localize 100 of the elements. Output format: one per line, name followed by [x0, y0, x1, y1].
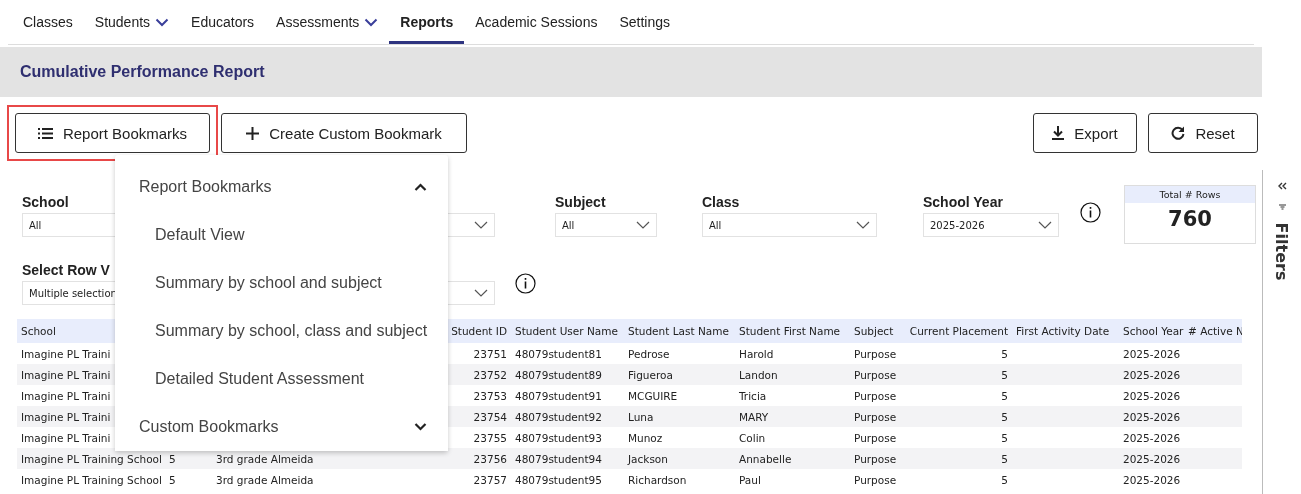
table-cell: 48079student92 [515, 410, 602, 423]
chevron-down-icon [1038, 221, 1052, 229]
table-cell: Luna [628, 410, 654, 423]
table-cell: Richardson [628, 473, 687, 486]
table-cell: Figueroa [628, 368, 673, 381]
filter-label: Select Row V [22, 262, 110, 278]
nav-tab[interactable]: Settings [608, 0, 682, 44]
menu-item[interactable]: Default View [115, 211, 448, 259]
table-cell: Purpose [854, 410, 897, 423]
table-cell: Pedrose [628, 347, 670, 360]
table-cell: 48079student93 [515, 431, 602, 444]
menu-item[interactable]: Summary by school, class and subject [115, 307, 448, 355]
table-cell: Landon [739, 368, 778, 381]
table-cell: 5 [1001, 347, 1008, 360]
table-cell: Munoz [628, 431, 663, 444]
table-cell: Imagine PL Traini [21, 431, 111, 444]
chevron-down-icon [474, 221, 488, 229]
table-cell: 5 [169, 452, 176, 465]
column-header[interactable]: School Year [1123, 325, 1184, 337]
table-cell: Purpose [854, 452, 897, 465]
info-icon[interactable] [1080, 202, 1101, 223]
table-cell: 2025-2026 [1123, 347, 1181, 360]
column-header[interactable]: Subject [854, 325, 894, 337]
column-header[interactable]: Student Last Name [628, 325, 729, 337]
add-button[interactable]: Create Custom Bookmark [221, 113, 467, 153]
export-button[interactable]: Export [1033, 113, 1137, 153]
table-cell: 23755 [473, 431, 507, 444]
table-cell: Paul [739, 473, 761, 486]
select-field[interactable]: All [702, 213, 877, 237]
filters-label[interactable]: Filters [1272, 222, 1292, 281]
table-cell: Purpose [854, 368, 897, 381]
card-value: 760 [1167, 207, 1213, 231]
nav-tab[interactable]: Academic Sessions [464, 0, 609, 44]
menu-section[interactable]: Report Bookmarks [115, 163, 448, 211]
table-cell: Imagine PL Traini [21, 347, 111, 360]
nav-tab[interactable]: Assessments [265, 0, 390, 44]
table-cell: 48079student95 [515, 473, 602, 486]
menu-item[interactable]: Detailed Student Assessment [115, 355, 448, 403]
nav-tab[interactable]: Educators [180, 0, 266, 44]
table-cell: 3rd grade Almeida [216, 452, 314, 465]
chevron-down-icon [474, 289, 488, 297]
table-cell: 23751 [473, 347, 507, 360]
table-cell: 23756 [473, 452, 507, 465]
select-field[interactable]: All [555, 213, 657, 237]
table-cell: 48079student89 [515, 368, 602, 381]
table-cell: 48079student91 [515, 389, 602, 402]
filter-label: School [22, 194, 69, 210]
column-header[interactable]: Current Placement [909, 325, 1008, 337]
plus-icon [246, 126, 260, 140]
table-cell: Imagine PL Traini [21, 368, 111, 381]
table-cell: MCGUIRE [628, 389, 678, 402]
reset-button[interactable]: Reset [1148, 113, 1258, 153]
column-header[interactable]: Student User Name [515, 325, 618, 337]
collapse-icon[interactable] [1277, 182, 1287, 190]
table-cell: Purpose [854, 389, 897, 402]
table-cell: Jackson [628, 452, 668, 465]
table-cell: Colin [739, 431, 766, 444]
column-header[interactable]: Student ID [451, 325, 507, 337]
menu-section[interactable]: Custom Bookmarks [115, 403, 448, 451]
table-cell: 23754 [473, 410, 507, 423]
table-cell: 48079student81 [515, 347, 602, 360]
chevron-down-icon [155, 17, 170, 27]
table-cell: 23752 [473, 368, 507, 381]
nav-tab[interactable]: Reports [389, 0, 465, 44]
table-cell: 3rd grade Almeida [216, 473, 314, 486]
chevron-down-icon [856, 221, 870, 229]
filter-label: Subject [555, 194, 606, 210]
table-cell: Imagine PL Training School [21, 452, 162, 465]
bookmarks-button[interactable]: Report Bookmarks [15, 113, 210, 153]
table-cell: 2025-2026 [1123, 389, 1181, 402]
column-header[interactable]: First Activity Date [1016, 325, 1110, 337]
table-cell: Imagine PL Traini [21, 389, 111, 402]
table-cell: Tricia [739, 389, 767, 402]
table-cell: 5 [1001, 431, 1008, 444]
card-label: Total # Rows [1125, 186, 1255, 203]
filter-icon [1278, 204, 1286, 210]
info-icon[interactable] [515, 273, 536, 294]
menu-item[interactable]: Summary by school and subject [115, 259, 448, 307]
table-cell: Purpose [854, 431, 897, 444]
table-cell: 23753 [473, 389, 507, 402]
table-cell: 5 [1001, 368, 1008, 381]
select-field[interactable]: 2025-2026 [923, 213, 1059, 237]
table-cell: Purpose [854, 347, 897, 360]
table-cell: 2025-2026 [1123, 410, 1181, 423]
table-cell: Annabelle [739, 452, 792, 465]
table-cell: 5 [1001, 452, 1008, 465]
table-cell: Imagine PL Traini [21, 410, 111, 423]
column-header[interactable]: Student First Name [739, 325, 841, 337]
download-icon [1052, 126, 1065, 140]
column-header[interactable]: School [21, 325, 56, 337]
column-header[interactable]: # Active N [1188, 325, 1242, 337]
table-cell: 5 [1001, 389, 1008, 402]
table-cell: Imagine PL Training School [21, 473, 162, 486]
table-cell: Harold [739, 347, 774, 360]
table-cell: 2025-2026 [1123, 452, 1181, 465]
table-cell: 48079student94 [515, 452, 602, 465]
nav-tab[interactable]: Classes [12, 0, 84, 44]
page-title: Cumulative Performance Report [20, 63, 265, 81]
filter-label: School Year [923, 194, 1003, 210]
nav-tab[interactable]: Students [83, 0, 181, 44]
